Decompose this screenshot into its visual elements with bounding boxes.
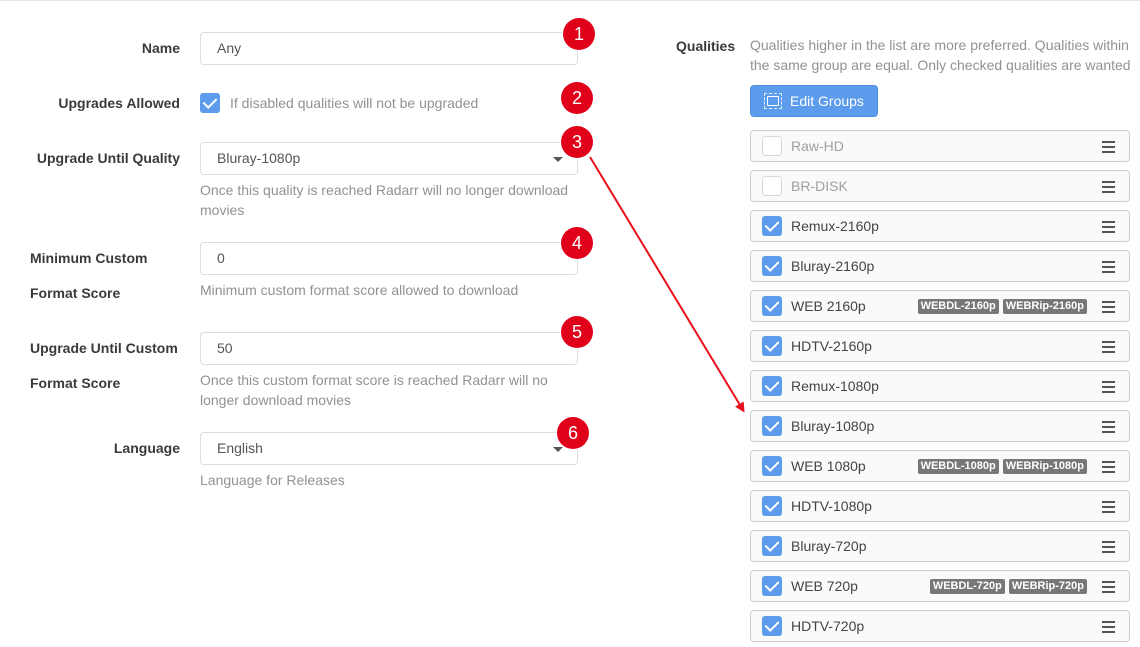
until-custom-score-label-line2: Format Score <box>30 375 121 391</box>
upgrades-allowed-help: If disabled qualities will not be upgrad… <box>230 95 479 111</box>
qualities-help: Qualities higher in the list are more pr… <box>750 37 1131 73</box>
quality-checkbox[interactable] <box>762 256 782 276</box>
min-custom-score-label-line1: Minimum Custom <box>30 250 148 266</box>
quality-name: WEB 2160p <box>791 298 866 314</box>
quality-checkbox[interactable] <box>762 616 782 636</box>
quality-tag: WEBDL-2160p <box>917 299 999 314</box>
quality-tag: WEBDL-1080p <box>917 459 999 474</box>
quality-name: HDTV-1080p <box>791 498 872 514</box>
quality-name: Bluray-2160p <box>791 258 875 274</box>
upgrade-until-quality-value: Bluray-1080p <box>217 150 301 166</box>
edit-groups-button[interactable]: Edit Groups <box>750 85 878 117</box>
language-select[interactable]: English <box>200 432 578 465</box>
name-label: Name <box>141 40 180 56</box>
quality-checkbox[interactable] <box>762 576 782 596</box>
drag-handle-icon[interactable] <box>1102 261 1115 273</box>
upgrade-until-quality-help: Once this quality is reached Radarr will… <box>200 182 569 218</box>
language-value: English <box>217 440 263 456</box>
quality-tags: WEBDL-2160p WEBRip-2160p <box>917 299 1087 314</box>
quality-checkbox[interactable] <box>762 336 782 356</box>
drag-handle-icon[interactable] <box>1102 181 1115 193</box>
quality-row[interactable]: WEB 2160p WEBDL-2160p WEBRip-2160p <box>750 290 1130 322</box>
drag-handle-icon[interactable] <box>1102 341 1115 353</box>
annotation-marker-5: 5 <box>561 316 593 348</box>
annotation-marker-3: 3 <box>561 126 593 158</box>
quality-name: WEB 720p <box>791 578 858 594</box>
quality-row[interactable]: Remux-2160p <box>750 210 1130 242</box>
drag-handle-icon[interactable] <box>1102 221 1115 233</box>
quality-name: Remux-2160p <box>791 218 879 234</box>
quality-row[interactable]: Bluray-1080p <box>750 410 1130 442</box>
quality-row[interactable]: WEB 1080p WEBDL-1080p WEBRip-1080p <box>750 450 1130 482</box>
drag-handle-icon[interactable] <box>1102 621 1115 633</box>
min-custom-score-input[interactable]: 0 <box>200 242 578 275</box>
quality-row[interactable]: Bluray-2160p <box>750 250 1130 282</box>
quality-checkbox[interactable] <box>762 416 782 436</box>
quality-row[interactable]: Remux-1080p <box>750 370 1130 402</box>
quality-checkbox[interactable] <box>762 216 782 236</box>
drag-handle-icon[interactable] <box>1102 421 1115 433</box>
quality-name: BR-DISK <box>791 178 848 194</box>
quality-checkbox[interactable] <box>762 136 782 156</box>
upgrades-allowed-label: Upgrades Allowed <box>58 95 180 111</box>
top-divider <box>0 0 1140 1</box>
annotation-marker-2: 2 <box>561 82 593 114</box>
quality-row[interactable]: Bluray-720p <box>750 530 1130 562</box>
until-custom-score-help: Once this custom format score is reached… <box>200 372 548 408</box>
upgrades-allowed-checkbox[interactable] <box>200 93 220 113</box>
quality-name: Bluray-720p <box>791 538 867 554</box>
quality-checkbox[interactable] <box>762 296 782 316</box>
quality-tag: WEBRip-720p <box>1008 579 1087 594</box>
min-custom-score-help: Minimum custom format score allowed to d… <box>200 282 519 298</box>
upgrade-until-quality-label: Upgrade Until Quality <box>36 150 180 166</box>
quality-row[interactable]: HDTV-2160p <box>750 330 1130 362</box>
quality-row[interactable]: HDTV-720p <box>750 610 1130 642</box>
name-input[interactable]: Any <box>200 32 578 65</box>
quality-checkbox[interactable] <box>762 376 782 396</box>
quality-tag: WEBRip-1080p <box>1002 459 1087 474</box>
quality-tag: WEBRip-2160p <box>1002 299 1087 314</box>
quality-checkbox[interactable] <box>762 176 782 196</box>
quality-row[interactable]: WEB 720p WEBDL-720p WEBRip-720p <box>750 570 1130 602</box>
annotation-marker-4: 4 <box>561 227 593 259</box>
quality-name: Remux-1080p <box>791 378 879 394</box>
quality-checkbox[interactable] <box>762 536 782 556</box>
drag-handle-icon[interactable] <box>1102 301 1115 313</box>
drag-handle-icon[interactable] <box>1102 501 1115 513</box>
quality-tags: WEBDL-1080p WEBRip-1080p <box>917 459 1087 474</box>
quality-name: Raw-HD <box>791 138 844 154</box>
min-custom-score-label-line2: Format Score <box>30 285 121 301</box>
drag-handle-icon[interactable] <box>1102 581 1115 593</box>
drag-handle-icon[interactable] <box>1102 461 1115 473</box>
until-custom-score-input[interactable]: 50 <box>200 332 578 365</box>
chevron-down-icon <box>553 157 563 162</box>
language-label: Language <box>113 440 180 456</box>
group-select-icon <box>764 93 782 109</box>
quality-checkbox[interactable] <box>762 456 782 476</box>
until-custom-score-label-line1: Upgrade Until Custom <box>30 340 178 356</box>
quality-name: WEB 1080p <box>791 458 866 474</box>
chevron-down-icon <box>553 447 563 452</box>
language-help: Language for Releases <box>200 472 345 488</box>
annotation-marker-1: 1 <box>563 18 595 50</box>
edit-groups-label: Edit Groups <box>790 93 864 109</box>
quality-row[interactable]: Raw-HD <box>750 130 1130 162</box>
quality-tags: WEBDL-720p WEBRip-720p <box>929 579 1087 594</box>
annotation-marker-6: 6 <box>557 417 589 449</box>
quality-name: Bluray-1080p <box>791 418 875 434</box>
drag-handle-icon[interactable] <box>1102 381 1115 393</box>
qualities-label: Qualities <box>676 38 736 54</box>
quality-name: HDTV-2160p <box>791 338 872 354</box>
quality-name: HDTV-720p <box>791 618 865 634</box>
upgrade-until-quality-select[interactable]: Bluray-1080p <box>200 142 578 175</box>
drag-handle-icon[interactable] <box>1102 541 1115 553</box>
quality-tag: WEBDL-720p <box>929 579 1005 594</box>
drag-handle-icon[interactable] <box>1102 141 1115 153</box>
quality-checkbox[interactable] <box>762 496 782 516</box>
quality-row[interactable]: HDTV-1080p <box>750 490 1130 522</box>
quality-row[interactable]: BR-DISK <box>750 170 1130 202</box>
